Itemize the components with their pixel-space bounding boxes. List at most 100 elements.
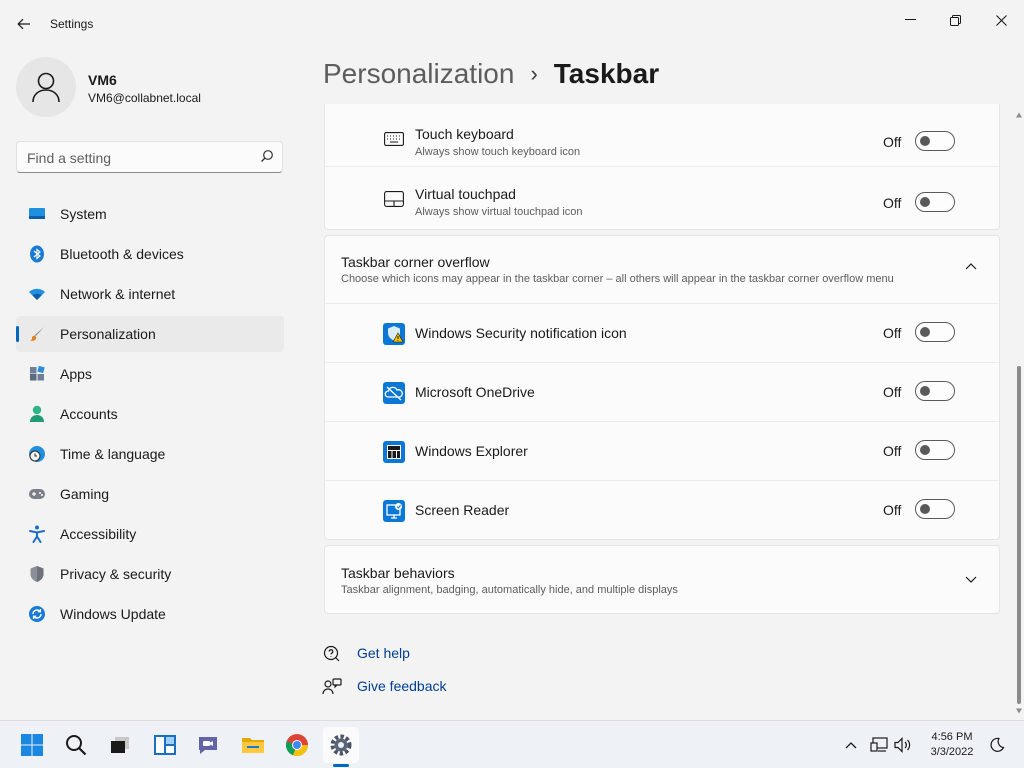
sidebar-item-network[interactable]: Network & internet bbox=[16, 276, 284, 312]
folder-icon bbox=[242, 738, 264, 753]
sidebar-item-time-language[interactable]: Time & language bbox=[16, 436, 284, 472]
minimize-button[interactable] bbox=[887, 4, 933, 36]
accounts-icon bbox=[28, 405, 46, 423]
setting-title: Windows Security notification icon bbox=[415, 325, 627, 341]
apps-icon bbox=[28, 365, 46, 383]
setting-title: Screen Reader bbox=[415, 502, 510, 518]
search-input[interactable]: Find a setting bbox=[16, 141, 283, 173]
toggle-knob bbox=[920, 327, 930, 337]
setting-row-touch-keyboard: Touch keyboard Always show touch keyboar… bbox=[325, 104, 999, 166]
chrome-button[interactable] bbox=[279, 727, 315, 763]
scroll-thumb[interactable] bbox=[1017, 366, 1021, 704]
pen-touch-card: Touch keyboard Always show touch keyboar… bbox=[324, 104, 1000, 230]
chat-icon bbox=[199, 737, 217, 754]
close-button[interactable] bbox=[978, 4, 1024, 36]
setting-row-virtual-touchpad: Virtual touchpad Always show virtual tou… bbox=[325, 166, 999, 229]
task-view-button[interactable] bbox=[102, 727, 138, 763]
close-icon bbox=[995, 14, 1007, 26]
settings-taskbar-button[interactable] bbox=[323, 727, 359, 763]
screen-reader-toggle[interactable] bbox=[915, 499, 955, 519]
virtual-touchpad-toggle[interactable] bbox=[915, 192, 955, 212]
corner-overflow-card: Taskbar corner overflow Choose which ico… bbox=[324, 235, 1000, 540]
show-hidden-icons-button[interactable] bbox=[841, 735, 861, 755]
get-help-link[interactable]: Get help bbox=[322, 642, 522, 675]
user-name: VM6 bbox=[88, 72, 117, 88]
give-feedback-link[interactable]: Give feedback bbox=[322, 675, 522, 708]
sidebar-item-privacy-security[interactable]: Privacy & security bbox=[16, 556, 284, 592]
clock-date: 3/3/2022 bbox=[930, 746, 974, 758]
bluetooth-icon bbox=[28, 245, 46, 263]
minimize-icon bbox=[904, 19, 916, 20]
title-bar: Settings bbox=[0, 0, 1024, 48]
widgets-button[interactable] bbox=[147, 727, 183, 763]
toggle-state-label: Off bbox=[883, 502, 902, 518]
setting-row-security-icon: Windows Security notification icon Off bbox=[325, 303, 999, 362]
volume-tray-button[interactable] bbox=[893, 735, 913, 755]
corner-overflow-header[interactable]: Taskbar corner overflow Choose which ico… bbox=[325, 236, 999, 303]
back-button[interactable] bbox=[10, 10, 38, 38]
file-explorer-button[interactable] bbox=[235, 727, 271, 763]
chevron-up-icon bbox=[965, 263, 977, 270]
content-scrollbar[interactable] bbox=[1014, 104, 1024, 720]
setting-subtitle: Always show virtual touchpad icon bbox=[415, 206, 583, 218]
toggle-state-label: Off bbox=[883, 443, 902, 459]
sidebar-item-label: Apps bbox=[60, 366, 92, 382]
moon-icon bbox=[990, 737, 1005, 752]
sidebar-item-label: Accounts bbox=[60, 406, 118, 422]
security-icon-toggle[interactable] bbox=[915, 322, 955, 342]
avatar[interactable] bbox=[16, 57, 76, 117]
toggle-knob bbox=[920, 445, 930, 455]
touch-keyboard-toggle[interactable] bbox=[915, 131, 955, 151]
toggle-state-label: Off bbox=[883, 384, 902, 400]
setting-title: Windows Explorer bbox=[415, 443, 528, 459]
setting-row-screen-reader: Screen Reader Off bbox=[325, 480, 999, 539]
teams-chat-button[interactable] bbox=[190, 727, 226, 763]
widgets-icon bbox=[154, 735, 176, 755]
sidebar-item-apps[interactable]: Apps bbox=[16, 356, 284, 392]
chrome-icon bbox=[285, 734, 309, 757]
gamepad-icon bbox=[28, 485, 46, 503]
sidebar-item-windows-update[interactable]: Windows Update bbox=[16, 596, 284, 632]
accessibility-icon bbox=[28, 525, 46, 543]
wifi-icon bbox=[28, 285, 46, 303]
breadcrumb: Personalization › Taskbar bbox=[323, 58, 659, 90]
sidebar-item-accounts[interactable]: Accounts bbox=[16, 396, 284, 432]
breadcrumb-parent[interactable]: Personalization bbox=[323, 58, 514, 90]
taskbar-clock[interactable]: 4:56 PM 3/3/2022 bbox=[922, 730, 982, 760]
start-button[interactable] bbox=[14, 727, 50, 763]
sidebar-item-gaming[interactable]: Gaming bbox=[16, 476, 284, 512]
sidebar-item-label: Gaming bbox=[60, 486, 110, 502]
search-icon bbox=[66, 735, 87, 756]
sidebar-item-system[interactable]: System bbox=[16, 196, 284, 232]
windows-explorer-toggle[interactable] bbox=[915, 440, 955, 460]
onedrive-toggle[interactable] bbox=[915, 381, 955, 401]
windows-explorer-icon bbox=[383, 441, 405, 463]
sidebar-item-label: Privacy & security bbox=[60, 566, 172, 582]
network-monitor-icon bbox=[870, 737, 888, 752]
taskbar-behaviors-header[interactable]: Taskbar behaviors Taskbar alignment, bad… bbox=[325, 546, 999, 613]
focus-assist-button[interactable] bbox=[987, 735, 1007, 755]
taskbar-behaviors-card: Taskbar behaviors Taskbar alignment, bad… bbox=[324, 545, 1000, 614]
section-subtitle: Choose which icons may appear in the tas… bbox=[341, 273, 894, 285]
sidebar-item-bluetooth[interactable]: Bluetooth & devices bbox=[16, 236, 284, 272]
sidebar-item-personalization[interactable]: Personalization bbox=[16, 316, 284, 352]
network-tray-button[interactable] bbox=[869, 735, 889, 755]
scroll-down-icon bbox=[1016, 708, 1022, 714]
restore-button[interactable] bbox=[932, 4, 978, 36]
setting-row-windows-explorer: Windows Explorer Off bbox=[325, 421, 999, 480]
gear-icon bbox=[330, 734, 352, 756]
taskbar-search-button[interactable] bbox=[58, 727, 94, 763]
toggle-state-label: Off bbox=[883, 195, 902, 211]
sidebar-item-label: Time & language bbox=[60, 446, 166, 462]
user-email: VM6@collabnet.local bbox=[88, 91, 201, 105]
task-view-icon bbox=[111, 737, 129, 753]
sidebar-item-accessibility[interactable]: Accessibility bbox=[16, 516, 284, 552]
user-profile: VM6 VM6@collabnet.local bbox=[16, 57, 286, 119]
section-subtitle: Taskbar alignment, badging, automaticall… bbox=[341, 584, 678, 596]
screen-reader-icon bbox=[383, 500, 405, 522]
sidebar-item-label: Windows Update bbox=[60, 606, 166, 622]
help-icon bbox=[323, 645, 340, 662]
brush-icon bbox=[28, 325, 46, 343]
section-title: Taskbar behaviors bbox=[341, 565, 455, 581]
toggle-state-label: Off bbox=[883, 325, 902, 341]
